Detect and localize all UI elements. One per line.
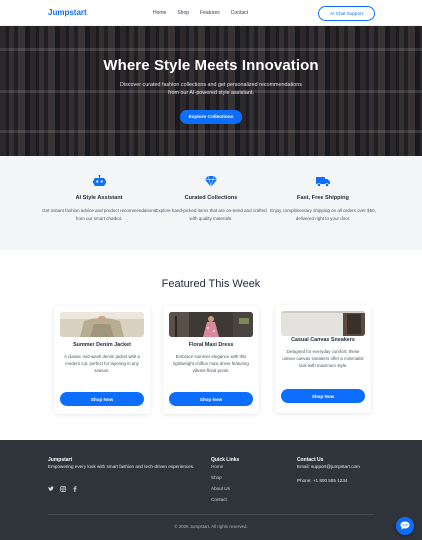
feature-desc: Enjoy complimentary shipping on all orde… (270, 208, 376, 221)
site-footer: Jumpstart Empowering every look with sma… (0, 440, 422, 540)
contact-phone: Phone: +1 800 555 1234 (297, 478, 348, 483)
featured-section-title: Featured This Week (161, 278, 261, 290)
hero-title: Where Style Meets Innovation (103, 57, 319, 74)
hero-subtitle: Discover curated fashion collections and… (120, 82, 302, 96)
contact-email: Email: support@jumpstart.com (297, 464, 360, 469)
truck-icon (316, 174, 330, 188)
feature-desc: Get instant fashion advice and product r… (42, 208, 156, 221)
copyright: © 2025 Jumpstart. All rights reserved. (174, 524, 248, 529)
feature-free-shipping: Fast, Free Shipping Enjoy complimentary … (263, 174, 383, 222)
footer-brand-desc: Empowering every look with smart fashion… (48, 464, 195, 469)
product-image (281, 311, 365, 336)
product-desc: Designed for everyday comfort, these uni… (282, 349, 364, 368)
twitter-icon[interactable] (48, 486, 54, 492)
shop-now-button[interactable]: Shop Now (60, 392, 144, 406)
quick-links-title: Quick Links (211, 457, 240, 463)
hero-shelf (0, 130, 422, 133)
feature-curated-collections: Curated Collections Explore hand-picked … (151, 174, 271, 222)
footer-divider (48, 514, 374, 515)
product-card-canvas-sneakers: Casual Canvas Sneakers Designed for ever… (275, 305, 371, 413)
footer-link-home[interactable]: Home (211, 464, 230, 475)
robot-icon (92, 174, 106, 188)
shop-now-button[interactable]: Shop Now (169, 392, 253, 406)
instagram-icon[interactable] (60, 486, 66, 492)
feature-desc: Explore hand-picked items that are on-tr… (155, 208, 267, 221)
product-card-denim-jacket: Summer Denim Jacket A classic mid-wash d… (54, 306, 150, 414)
product-image (169, 312, 253, 337)
nav-home[interactable]: Home (153, 10, 166, 16)
shop-now-button[interactable]: Shop Now (281, 389, 365, 403)
footer-link-contact[interactable]: Contact (211, 497, 230, 508)
product-desc: Embrace summer elegance with this lightw… (173, 354, 249, 373)
nav-shop[interactable]: Shop (177, 10, 189, 16)
nav-contact[interactable]: Contact (231, 10, 248, 16)
feature-title: Curated Collections (184, 195, 238, 201)
chat-fab-button[interactable] (396, 517, 414, 535)
nav-features[interactable]: Features (200, 10, 220, 16)
product-image (60, 312, 144, 337)
product-title: Summer Denim Jacket (73, 342, 131, 348)
feature-title: Fast, Free Shipping (297, 195, 349, 201)
footer-link-shop[interactable]: Shop (211, 475, 230, 486)
facebook-icon[interactable] (72, 486, 78, 492)
quick-links: Home Shop About Us Contact (211, 464, 230, 508)
product-card-maxi-dress: Floral Maxi Dress Embrace summer eleganc… (163, 306, 259, 414)
chat-bubble-icon (400, 521, 410, 532)
contact-title: Contact Us (297, 457, 324, 463)
product-desc: A classic mid-wash denim jacket with a m… (64, 354, 140, 373)
feature-ai-assistant: AI Style Assistant Get instant fashion a… (39, 174, 159, 222)
feature-title: AI Style Assistant (75, 195, 123, 201)
hero-shelf (0, 48, 422, 51)
features-section: AI Style Assistant Get instant fashion a… (0, 156, 422, 250)
product-title: Floral Maxi Dress (188, 342, 234, 348)
main-nav: Home Shop Features Contact (153, 10, 248, 16)
gem-icon (204, 174, 218, 188)
site-header: Jumpstart Home Shop Features Contact AI … (0, 0, 422, 26)
social-links (48, 486, 78, 492)
ai-chat-support-button[interactable]: AI Chat Support (318, 6, 375, 21)
product-title: Casual Canvas Sneakers (291, 337, 355, 343)
footer-link-about[interactable]: About Us (211, 486, 230, 497)
brand-logo[interactable]: Jumpstart (48, 8, 87, 17)
explore-collections-button[interactable]: Explore Collections (180, 110, 242, 124)
hero-banner: Where Style Meets Innovation Discover cu… (0, 26, 422, 156)
